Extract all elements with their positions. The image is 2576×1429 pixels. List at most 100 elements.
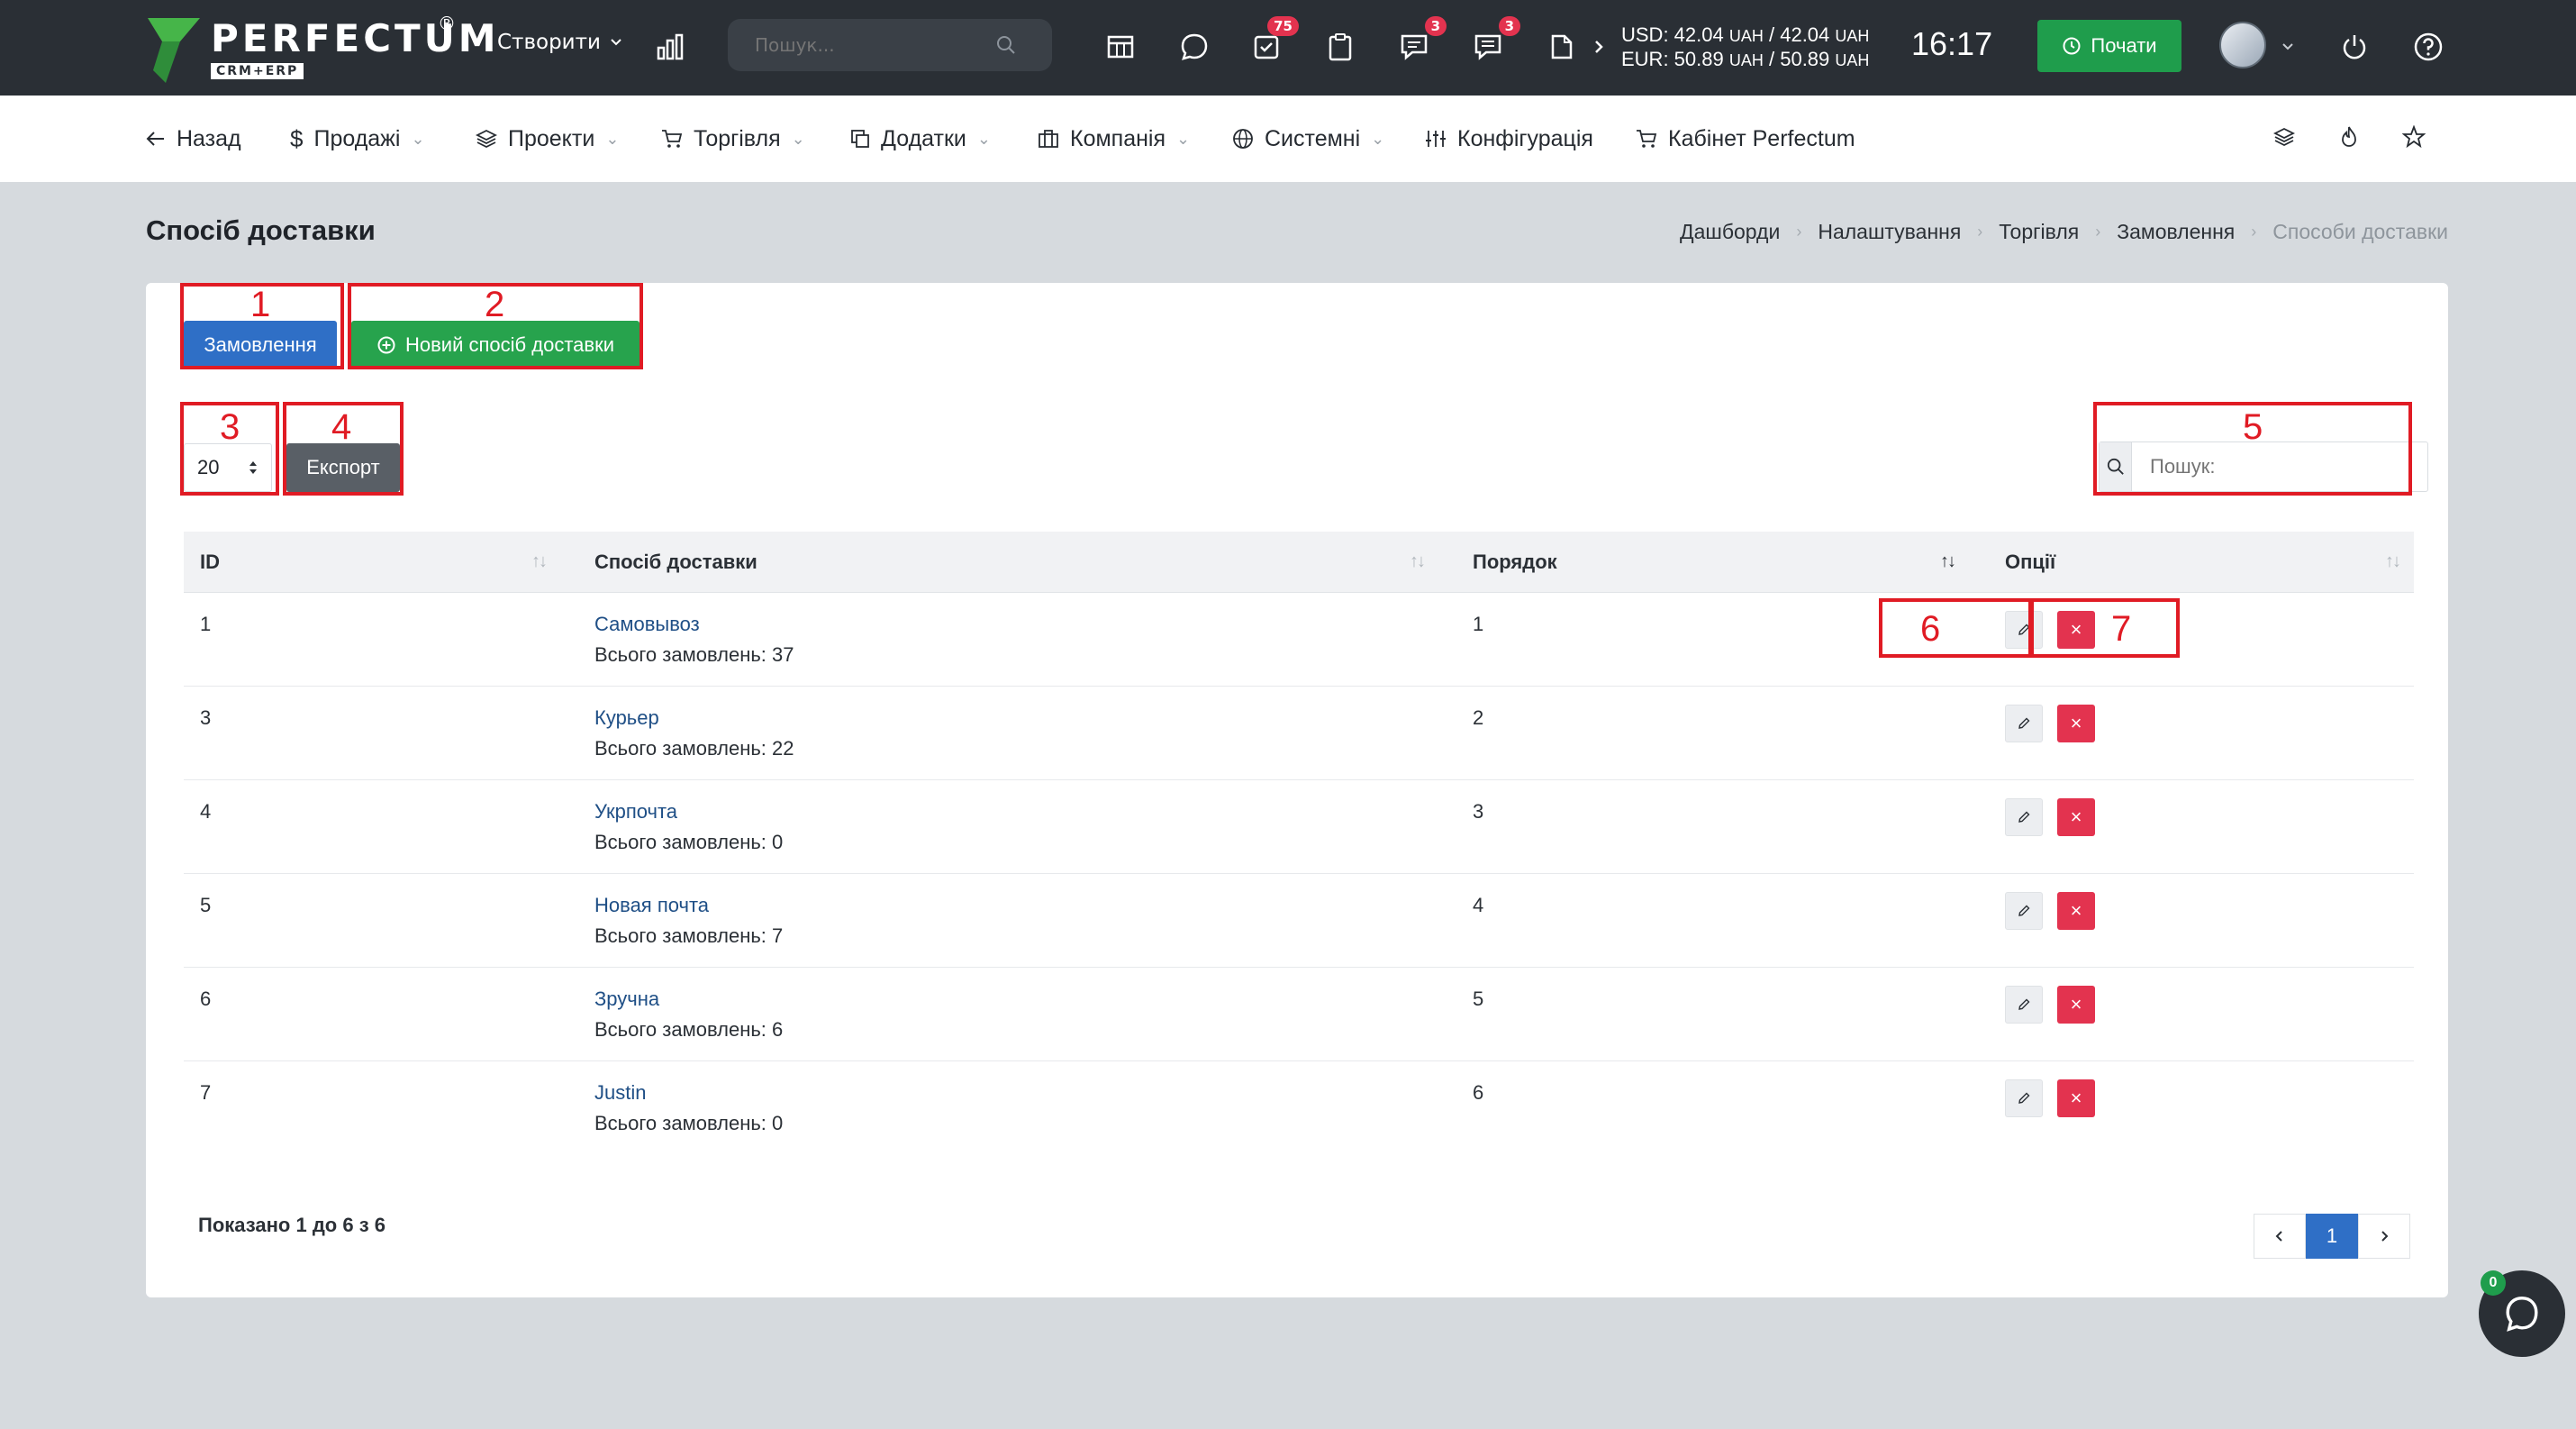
row-method-link[interactable]: Justin (594, 1081, 646, 1105)
chevron-right-icon[interactable] (1587, 29, 1610, 65)
usd-rate: USD: 42.04 (1621, 23, 1724, 46)
breadcrumb-trade[interactable]: Торгівля (1999, 220, 2079, 244)
col-order[interactable]: Порядок ↑↓ (1438, 532, 1969, 592)
eur-rate: EUR: 50.89 (1621, 48, 1724, 70)
breadcrumb-orders[interactable]: Замовлення (2117, 220, 2235, 244)
delete-button[interactable]: × (2057, 705, 2095, 742)
edit-button[interactable] (2005, 1079, 2043, 1117)
messages-icon[interactable]: 3 (1470, 16, 1520, 65)
pencil-icon (2018, 811, 2030, 823)
nav-company-label: Компанія (1070, 125, 1166, 151)
annotation-box-6 (1879, 598, 2032, 658)
edit-button[interactable] (2005, 986, 2043, 1024)
fire-icon[interactable] (2331, 119, 2367, 155)
document-icon[interactable] (1544, 29, 1580, 65)
delete-button[interactable]: × (2057, 798, 2095, 836)
delete-button[interactable]: × (2057, 1079, 2095, 1117)
clipboard-icon[interactable] (1322, 29, 1358, 65)
user-avatar[interactable] (2219, 22, 2266, 68)
edit-button[interactable] (2005, 892, 2043, 930)
nav-cabinet[interactable]: Кабінет Perfectum (1636, 121, 1855, 157)
global-search[interactable] (728, 19, 1052, 71)
start-timer-button[interactable]: Почати (2037, 20, 2181, 72)
nav-sales[interactable]: $ Продажі ⌄ (290, 121, 425, 157)
chat-badge: 3 (1424, 16, 1447, 36)
messages-badge: 3 (1498, 16, 1520, 36)
nav-addons-label: Додатки (881, 125, 966, 151)
copy-icon (851, 130, 869, 148)
breadcrumb-settings[interactable]: Налаштування (1818, 220, 1961, 244)
comments-icon[interactable]: 3 (1396, 16, 1447, 65)
stats-icon[interactable] (652, 29, 688, 65)
annotation-label-1: 1 (250, 285, 271, 324)
usd-rate-2: / 42.04 (1769, 23, 1830, 46)
chevron-right-icon (2381, 1231, 2389, 1242)
nav-projects-label: Проекти (508, 125, 595, 151)
row-sort-order: 2 (1473, 706, 1484, 729)
col-id[interactable]: ID ↑↓ (184, 532, 560, 592)
usd-unit: UAH (1728, 27, 1764, 45)
close-icon: × (2070, 712, 2082, 734)
nav-system[interactable]: Системні ⌄ (1232, 121, 1384, 157)
row-method-link[interactable]: Курьер (594, 706, 659, 730)
page-button[interactable]: 1 (2306, 1214, 2358, 1259)
edit-button[interactable] (2005, 705, 2043, 742)
support-chat-badge: 0 (2481, 1270, 2506, 1296)
chevron-down-icon (611, 39, 621, 46)
nav-projects[interactable]: Проекти ⌄ (476, 121, 619, 157)
star-icon[interactable] (2396, 119, 2432, 155)
nav-company[interactable]: Компанія ⌄ (1038, 121, 1190, 157)
nav-config-label: Конфігурація (1457, 125, 1593, 151)
chevron-right-icon: › (1796, 223, 1802, 241)
col-method[interactable]: Спосіб доставки ↑↓ (560, 532, 1438, 592)
row-method-link[interactable]: Самовывоз (594, 613, 700, 636)
row-order-count: Всього замовлень: 22 (594, 737, 794, 760)
layers-icon (476, 129, 497, 149)
chevron-right-icon: › (2095, 223, 2101, 241)
cart-icon (662, 130, 683, 148)
nav-cabinet-label: Кабінет Perfectum (1668, 125, 1855, 151)
sort-asc-icon: ↑↓ (1940, 551, 1956, 571)
row-method-link[interactable]: Зручна (594, 988, 659, 1011)
row-sort-order: 4 (1473, 894, 1484, 916)
sliders-icon (1426, 131, 1446, 147)
help-icon[interactable] (2410, 29, 2446, 65)
chat-icon[interactable] (1176, 29, 1212, 65)
nav-trade[interactable]: Торгівля ⌄ (661, 121, 805, 157)
logo-text: PERFECTUM (211, 16, 500, 60)
chevron-down-icon: ⌄ (791, 129, 805, 148)
col-options-label: Опції (2005, 550, 2056, 573)
sort-icon: ↑↓ (531, 551, 548, 571)
tasks-icon[interactable]: 75 (1248, 16, 1299, 65)
globe-icon (1233, 129, 1253, 149)
col-options[interactable]: Опції ↑↓ (1969, 532, 2414, 592)
row-method-link[interactable]: Укрпочта (594, 800, 677, 824)
nav-addons[interactable]: Додатки ⌄ (850, 121, 991, 157)
row-id: 1 (200, 613, 212, 635)
next-page-button[interactable] (2358, 1214, 2410, 1259)
power-icon[interactable] (2336, 29, 2372, 65)
logo-mark-icon (148, 18, 200, 83)
layers-icon[interactable] (2266, 119, 2302, 155)
global-search-input[interactable] (753, 33, 996, 57)
delete-button[interactable]: × (2057, 892, 2095, 930)
edit-button[interactable] (2005, 798, 2043, 836)
row-method-link[interactable]: Новая почта (594, 894, 709, 917)
row-id: 3 (200, 706, 212, 729)
nav-trade-label: Торгівля (694, 125, 781, 151)
chevron-down-icon[interactable] (2275, 29, 2300, 65)
briefcase-icon (1039, 130, 1058, 148)
row-order-count: Всього замовлень: 0 (594, 831, 784, 853)
table-row: 3 Курьер Всього замовлень: 22 2 × (184, 687, 2414, 780)
nav-config[interactable]: Конфігурація (1425, 121, 1593, 157)
calendar-icon[interactable] (1102, 29, 1138, 65)
row-sort-order: 1 (1473, 613, 1484, 635)
chevron-left-icon (2275, 1231, 2282, 1242)
create-menu[interactable]: Створити (497, 31, 622, 54)
eur-rate-2: / 50.89 (1769, 48, 1830, 70)
nav-back[interactable]: Назад (146, 121, 241, 157)
delete-button[interactable]: × (2057, 986, 2095, 1024)
app-logo[interactable]: PERFECTUM CRM+ERP ® (144, 13, 496, 83)
breadcrumb-dashboards[interactable]: Дашборди (1680, 220, 1780, 244)
prev-page-button[interactable] (2254, 1214, 2306, 1259)
